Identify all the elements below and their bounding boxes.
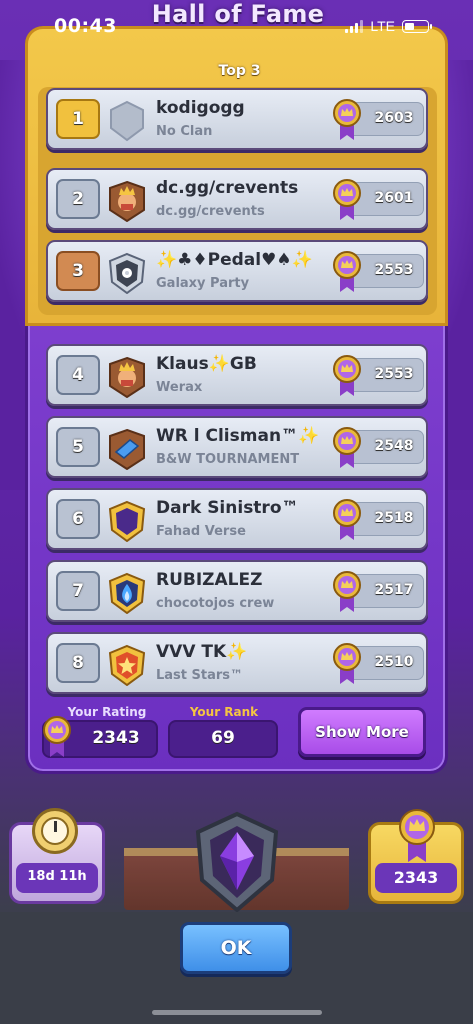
crown-medal-icon: [333, 251, 361, 292]
leaderboard-row[interactable]: 4 Klaus✨GB Werax 2553: [46, 344, 428, 406]
rank-number: 6: [56, 499, 100, 539]
show-more-button[interactable]: Show More: [298, 707, 426, 757]
signal-icon: [345, 19, 364, 33]
home-indicator[interactable]: [152, 1010, 322, 1015]
player-rating: 2601: [374, 190, 414, 206]
leaderboard-row[interactable]: 5 WR l Clisman™✨ B&W TOURNAMENT 2548: [46, 416, 428, 478]
top3-label: Top 3: [218, 63, 261, 79]
crown-medal-icon: [333, 427, 361, 468]
clan-badge-icon: [108, 644, 146, 686]
season-timer-box: 18d 11h: [16, 863, 98, 893]
rank-number: 8: [56, 643, 100, 683]
player-rating: 2603: [374, 110, 414, 126]
status-bar: 00:43 LTE: [0, 0, 473, 56]
ok-button[interactable]: OK: [180, 922, 292, 974]
rank-number: 5: [56, 427, 100, 467]
crown-medal-icon: [333, 571, 361, 612]
player-rating: 2510: [374, 654, 414, 670]
player-rating: 2518: [374, 510, 414, 526]
clan-badge-icon: [108, 572, 146, 614]
season-timer-value: 18d 11h: [27, 869, 87, 884]
crown-medal-icon: [399, 809, 435, 862]
leaderboard-row[interactable]: 7 RUBIZALEZ chocotojos crew 2517: [46, 560, 428, 622]
crown-medal-icon: [333, 355, 361, 396]
rank-number: 2: [56, 179, 100, 219]
network-label: LTE: [370, 18, 395, 34]
rank-number: 3: [56, 251, 100, 291]
current-rating-box: 2343: [375, 863, 457, 893]
player-rating: 2553: [374, 262, 414, 278]
clan-badge-icon: [108, 500, 146, 542]
crown-medal-icon: [333, 643, 361, 684]
clan-badge-icon: [110, 100, 144, 142]
leaderboard-row[interactable]: 8 VVV TK✨ Last Stars™ 2510: [46, 632, 428, 694]
your-rank-label: Your Rank: [189, 705, 259, 719]
clan-badge-icon: [109, 356, 145, 398]
leaderboard-row[interactable]: 1 kodigogg No Clan 2603: [46, 88, 428, 150]
status-time: 00:43: [54, 15, 117, 37]
leaderboard-row[interactable]: 2 dc.gg/crevents dc.gg/crevents 2601: [46, 168, 428, 230]
league-badge-icon[interactable]: [188, 810, 286, 914]
crown-medal-icon: [333, 179, 361, 220]
player-rating: 2548: [374, 438, 414, 454]
leaderboard-row[interactable]: 3 ✨♣♦Pedal♥♠✨ Galaxy Party 2553: [46, 240, 428, 302]
crown-medal-icon: [333, 99, 361, 140]
clock-icon: [32, 808, 78, 854]
battery-icon: [402, 19, 432, 33]
rank-number: 4: [56, 355, 100, 395]
your-rating-value: 2343: [92, 728, 140, 748]
leaderboard-row[interactable]: 6 Dark Sinistro™ Fahad Verse 2518: [46, 488, 428, 550]
your-rank-value: 69: [211, 728, 235, 748]
player-rating: 2517: [374, 582, 414, 598]
your-rating-medal-icon: [43, 716, 71, 757]
clan-badge-icon: [108, 252, 146, 294]
rank-number: 1: [56, 99, 100, 139]
crown-medal-icon: [333, 499, 361, 540]
rank-number: 7: [56, 571, 100, 611]
status-indicators: LTE: [345, 18, 432, 34]
clan-badge-icon: [109, 428, 145, 470]
current-rating-value: 2343: [393, 868, 439, 887]
player-rating: 2553: [374, 366, 414, 382]
clan-badge-icon: [109, 180, 145, 222]
